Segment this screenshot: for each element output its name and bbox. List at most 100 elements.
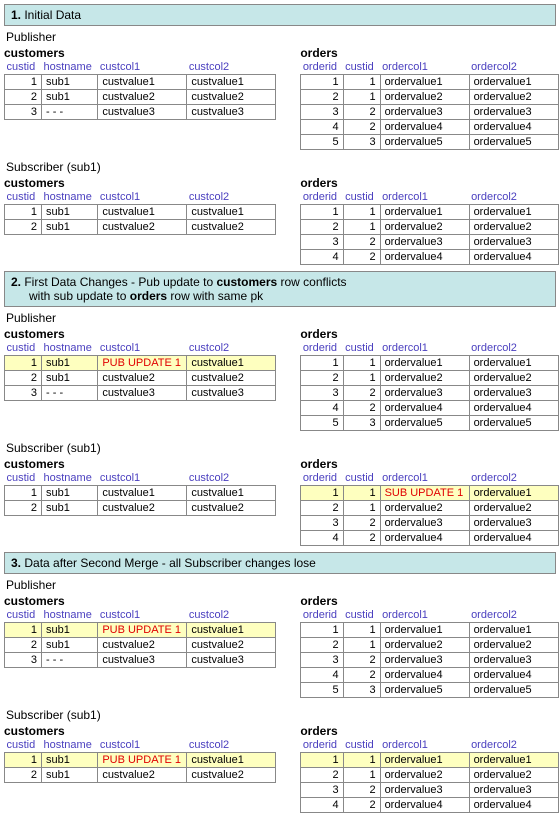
table-cell: 2 — [5, 220, 42, 235]
col-header: ordercol2 — [469, 738, 558, 753]
table-title: customers — [4, 46, 276, 60]
table-row: 11ordervalue1ordervalue1 — [301, 623, 558, 638]
table-cell: 4 — [301, 120, 343, 135]
col-header: ordercol1 — [380, 190, 469, 205]
table-row: 11SUB UPDATE 1ordervalue1 — [301, 486, 558, 501]
section-header-1: 1. Initial Data — [4, 4, 556, 26]
table-cell: ordervalue4 — [380, 401, 469, 416]
table-row: 53ordervalue5ordervalue5 — [301, 683, 558, 698]
col-header: ordercol2 — [469, 471, 558, 486]
table-cell: 2 — [343, 401, 380, 416]
table-block: customerscustidhostnamecustcol1custcol21… — [4, 592, 276, 698]
table-cell: ordervalue1 — [469, 356, 558, 371]
col-header: custcol2 — [187, 738, 276, 753]
table-title: customers — [4, 327, 276, 341]
table-row: 2sub1custvalue2custvalue2 — [5, 638, 276, 653]
table-cell: 1 — [343, 356, 380, 371]
table-cell: ordervalue3 — [380, 516, 469, 531]
table-cell: ordervalue5 — [469, 683, 558, 698]
table-cell: ordervalue3 — [380, 386, 469, 401]
table-block: customerscustidhostnamecustcol1custcol21… — [4, 44, 276, 150]
table-cell: ordervalue2 — [380, 501, 469, 516]
table-cell: custvalue1 — [98, 486, 187, 501]
data-table: custidhostnamecustcol1custcol21sub1PUB U… — [4, 738, 276, 783]
table-cell: - - - — [42, 386, 98, 401]
table-cell: ordervalue2 — [469, 501, 558, 516]
table-cell: 2 — [301, 768, 343, 783]
table-cell: 1 — [343, 638, 380, 653]
table-row: 3- - -custvalue3custvalue3 — [5, 653, 276, 668]
table-row: 21ordervalue2ordervalue2 — [301, 220, 558, 235]
table-cell: custvalue2 — [187, 638, 276, 653]
table-cell: ordervalue3 — [469, 386, 558, 401]
table-row: 32ordervalue3ordervalue3 — [301, 653, 558, 668]
col-header: custid — [343, 341, 380, 356]
data-table: custidhostnamecustcol1custcol21sub1PUB U… — [4, 608, 276, 668]
table-cell: custvalue1 — [187, 205, 276, 220]
table-cell: 2 — [343, 798, 380, 813]
table-cell: 3 — [5, 653, 42, 668]
source-label: Publisher — [6, 30, 556, 44]
table-title: orders — [300, 594, 558, 608]
col-header: custid — [343, 190, 380, 205]
table-row: 42ordervalue4ordervalue4 — [301, 250, 558, 265]
section-header-2: 2. First Data Changes - Pub update to cu… — [4, 271, 556, 307]
col-header: custcol2 — [187, 60, 276, 75]
table-cell: 3 — [301, 105, 343, 120]
table-title: orders — [300, 457, 558, 471]
table-cell: ordervalue5 — [380, 135, 469, 150]
tables-row: customerscustidhostnamecustcol1custcol21… — [4, 455, 556, 546]
table-row: 21ordervalue2ordervalue2 — [301, 768, 558, 783]
col-header: custcol1 — [98, 471, 187, 486]
source-label: Subscriber (sub1) — [6, 160, 556, 174]
col-header: custid — [5, 471, 42, 486]
table-cell: SUB UPDATE 1 — [380, 486, 469, 501]
col-header: custcol1 — [98, 608, 187, 623]
table-row: 42ordervalue4ordervalue4 — [301, 120, 558, 135]
table-cell: custvalue3 — [187, 386, 276, 401]
table-cell: custvalue2 — [98, 90, 187, 105]
col-header: custid — [5, 60, 42, 75]
table-cell: ordervalue5 — [469, 416, 558, 431]
data-table: orderidcustidordercol1ordercol211orderva… — [300, 190, 558, 265]
table-cell: custvalue2 — [98, 638, 187, 653]
data-table: orderidcustidordercol1ordercol211orderva… — [300, 608, 558, 698]
table-row: 2sub1custvalue2custvalue2 — [5, 768, 276, 783]
table-cell: 1 — [5, 753, 42, 768]
table-block: customerscustidhostnamecustcol1custcol21… — [4, 722, 276, 813]
table-cell: ordervalue5 — [380, 683, 469, 698]
table-cell: ordervalue3 — [469, 235, 558, 250]
col-header: custcol1 — [98, 341, 187, 356]
table-row: 11ordervalue1ordervalue1 — [301, 205, 558, 220]
table-cell: sub1 — [42, 623, 98, 638]
table-cell: custvalue2 — [187, 371, 276, 386]
table-cell: custvalue1 — [98, 75, 187, 90]
data-table: orderidcustidordercol1ordercol211orderva… — [300, 60, 558, 150]
table-cell: ordervalue1 — [380, 623, 469, 638]
table-cell: ordervalue1 — [380, 753, 469, 768]
table-cell: PUB UPDATE 1 — [98, 356, 187, 371]
col-header: ordercol1 — [380, 341, 469, 356]
table-cell: ordervalue3 — [469, 516, 558, 531]
table-title: customers — [4, 457, 276, 471]
table-row: 21ordervalue2ordervalue2 — [301, 90, 558, 105]
table-cell: ordervalue3 — [469, 105, 558, 120]
table-cell: 4 — [301, 668, 343, 683]
table-cell: 4 — [301, 798, 343, 813]
table-cell: ordervalue1 — [380, 205, 469, 220]
data-table: custidhostnamecustcol1custcol21sub1custv… — [4, 190, 276, 235]
table-cell: 2 — [343, 783, 380, 798]
col-header: custcol2 — [187, 190, 276, 205]
col-header: orderid — [301, 190, 343, 205]
table-cell: custvalue3 — [98, 386, 187, 401]
table-row: 1sub1PUB UPDATE 1custvalue1 — [5, 356, 276, 371]
table-cell: ordervalue1 — [380, 356, 469, 371]
table-cell: 3 — [343, 416, 380, 431]
table-cell: 2 — [343, 235, 380, 250]
table-cell: 1 — [301, 623, 343, 638]
col-header: hostname — [42, 471, 98, 486]
table-cell: ordervalue3 — [380, 783, 469, 798]
table-cell: ordervalue4 — [469, 401, 558, 416]
table-cell: sub1 — [42, 768, 98, 783]
table-row: 1sub1custvalue1custvalue1 — [5, 75, 276, 90]
